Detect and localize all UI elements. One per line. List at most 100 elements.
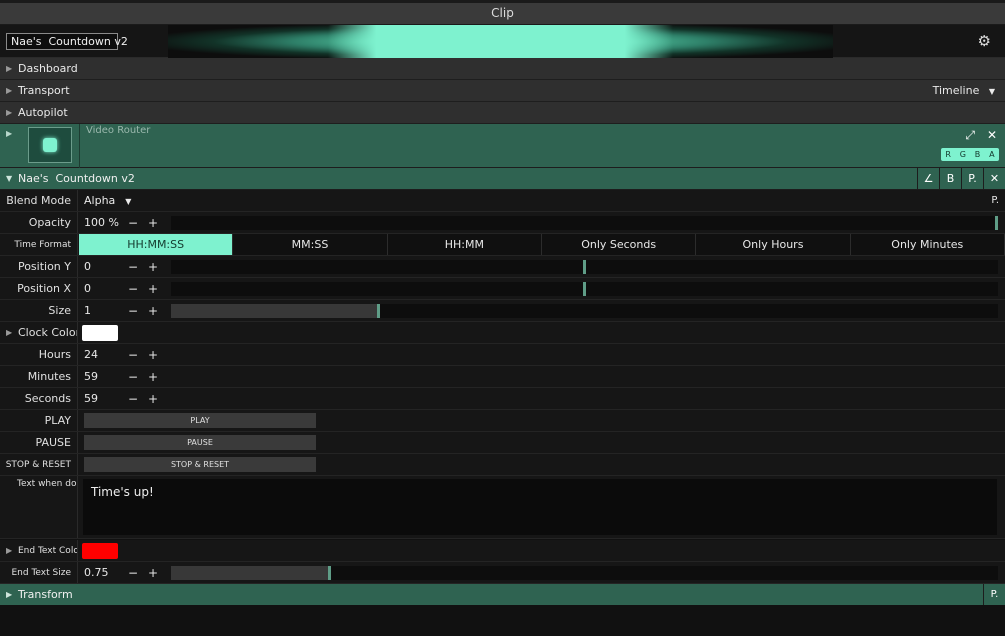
play-button[interactable]: PLAY: [84, 413, 316, 428]
clock-color-swatch[interactable]: [82, 325, 118, 341]
end-text-size-row: End Text Size 0.75 − +: [0, 562, 1005, 584]
size-value[interactable]: 1: [84, 300, 91, 322]
opacity-increment-button[interactable]: +: [148, 212, 158, 234]
expand-triangle-icon[interactable]: ▶: [6, 129, 12, 138]
text-when-done-input[interactable]: Time's up!: [83, 479, 997, 535]
param-button[interactable]: P.: [961, 168, 983, 190]
channel-g[interactable]: G: [960, 148, 966, 161]
hours-value[interactable]: 24: [84, 344, 98, 366]
stop-reset-button[interactable]: STOP & RESET: [84, 457, 316, 472]
end-text-color-label-cell[interactable]: ▶ End Text Color: [0, 540, 78, 561]
hours-increment-button[interactable]: +: [148, 344, 158, 366]
end-text-size-value[interactable]: 0.75: [84, 562, 109, 584]
expand-triangle-icon[interactable]: ▶: [6, 80, 12, 101]
position-y-slider[interactable]: [171, 260, 998, 274]
time-format-option-hhmm[interactable]: HH:MM: [387, 234, 542, 255]
clip-name-field[interactable]: Nae's Countdown v2: [6, 33, 128, 50]
channel-r[interactable]: R: [945, 148, 951, 161]
end-text-color-swatch[interactable]: [82, 543, 118, 559]
blend-mode-dropdown[interactable]: Alpha ▼: [84, 190, 131, 213]
clock-color-label: Clock Color: [18, 326, 78, 339]
close-icon[interactable]: ✕: [987, 128, 997, 142]
hours-decrement-button[interactable]: −: [128, 344, 138, 366]
section-dashboard[interactable]: ▶ Dashboard: [0, 58, 1005, 80]
clip-preview[interactable]: [168, 25, 833, 58]
opacity-slider-handle[interactable]: [995, 216, 998, 230]
time-format-row: Time Format HH:MM:SS MM:SS HH:MM Only Se…: [0, 234, 1005, 256]
text-when-done-row: Text when done Time's up!: [0, 476, 1005, 539]
seconds-value[interactable]: 59: [84, 388, 98, 410]
time-format-option-minutes[interactable]: Only Minutes: [850, 234, 1005, 255]
remove-effect-button[interactable]: ✕: [983, 168, 1005, 190]
opacity-slider[interactable]: [171, 216, 998, 230]
seconds-decrement-button[interactable]: −: [128, 388, 138, 410]
b-button[interactable]: B: [939, 168, 961, 190]
time-format-option-hours[interactable]: Only Hours: [696, 234, 851, 255]
position-x-decrement-button[interactable]: −: [128, 278, 138, 300]
channel-b[interactable]: B: [975, 148, 981, 161]
play-row: PLAY PLAY: [0, 410, 1005, 432]
expand-icon[interactable]: ⤢: [965, 128, 975, 143]
section-transform[interactable]: ▶ Transform P.: [0, 584, 1005, 605]
time-format-option-seconds[interactable]: Only Seconds: [541, 234, 697, 255]
minutes-increment-button[interactable]: +: [148, 366, 158, 388]
position-x-row: Position X 0 − +: [0, 278, 1005, 300]
size-slider-handle[interactable]: [377, 304, 380, 318]
size-increment-button[interactable]: +: [148, 300, 158, 322]
size-row: Size 1 − +: [0, 300, 1005, 322]
channel-a[interactable]: A: [989, 148, 994, 161]
opacity-row: Opacity 100 % − +: [0, 212, 1005, 234]
text-when-done-label: Text when done: [0, 476, 78, 538]
clock-color-label-cell[interactable]: ▶ Clock Color: [0, 322, 78, 343]
expand-triangle-icon[interactable]: ▶: [6, 58, 12, 79]
stop-reset-row: STOP & RESET STOP & RESET: [0, 454, 1005, 476]
position-y-slider-handle[interactable]: [583, 260, 586, 274]
opacity-value[interactable]: 100 %: [84, 212, 119, 234]
blend-param-button[interactable]: P.: [991, 190, 999, 212]
position-x-increment-button[interactable]: +: [148, 278, 158, 300]
size-decrement-button[interactable]: −: [128, 300, 138, 322]
seconds-row: Seconds 59 − +: [0, 388, 1005, 410]
size-label: Size: [0, 300, 78, 321]
time-format-option-hhmmss[interactable]: HH:MM:SS: [79, 234, 234, 255]
expand-triangle-icon[interactable]: ▶: [6, 322, 12, 343]
timeline-dropdown[interactable]: Timeline ▼: [933, 80, 995, 102]
time-format-selector[interactable]: HH:MM:SS MM:SS HH:MM Only Seconds Only H…: [79, 234, 1005, 255]
blend-mode-value: Alpha: [84, 194, 116, 207]
end-text-size-decrement-button[interactable]: −: [128, 562, 138, 584]
position-y-increment-button[interactable]: +: [148, 256, 158, 278]
position-x-value[interactable]: 0: [84, 278, 91, 300]
clock-color-row: ▶ Clock Color: [0, 322, 1005, 344]
router-thumbnail[interactable]: [28, 127, 72, 163]
minutes-row: Minutes 59 − +: [0, 366, 1005, 388]
position-y-decrement-button[interactable]: −: [128, 256, 138, 278]
size-slider[interactable]: [171, 304, 998, 318]
section-autopilot[interactable]: ▶ Autopilot: [0, 102, 1005, 124]
end-text-size-increment-button[interactable]: +: [148, 562, 158, 584]
position-x-label: Position X: [0, 278, 78, 299]
transform-param-button[interactable]: P.: [983, 584, 1005, 605]
expand-triangle-icon[interactable]: ▶: [6, 584, 12, 605]
seconds-increment-button[interactable]: +: [148, 388, 158, 410]
rgba-channels[interactable]: R G B A: [941, 148, 999, 161]
end-text-size-slider[interactable]: [171, 566, 998, 580]
bypass-angle-button[interactable]: ∠: [917, 168, 939, 190]
router-name: Video Router: [86, 125, 151, 136]
end-text-size-label: End Text Size: [0, 562, 78, 583]
section-transport[interactable]: ▶ Transport Timeline ▼: [0, 80, 1005, 102]
expand-triangle-icon[interactable]: ▶: [6, 540, 12, 561]
minutes-decrement-button[interactable]: −: [128, 366, 138, 388]
gear-icon[interactable]: ⚙: [978, 33, 991, 49]
end-text-size-slider-handle[interactable]: [328, 566, 331, 580]
time-format-option-mmss[interactable]: MM:SS: [233, 234, 388, 255]
collapse-triangle-icon[interactable]: ▼: [6, 168, 12, 189]
pause-button[interactable]: PAUSE: [84, 435, 316, 450]
opacity-decrement-button[interactable]: −: [128, 212, 138, 234]
effect-header[interactable]: ▼ Nae's Countdown v2 ∠ B P. ✕: [0, 168, 1005, 190]
expand-triangle-icon[interactable]: ▶: [6, 102, 12, 123]
minutes-value[interactable]: 59: [84, 366, 98, 388]
position-x-slider-handle[interactable]: [583, 282, 586, 296]
position-x-slider[interactable]: [171, 282, 998, 296]
caret-down-icon: ▼: [988, 87, 995, 96]
position-y-value[interactable]: 0: [84, 256, 91, 278]
